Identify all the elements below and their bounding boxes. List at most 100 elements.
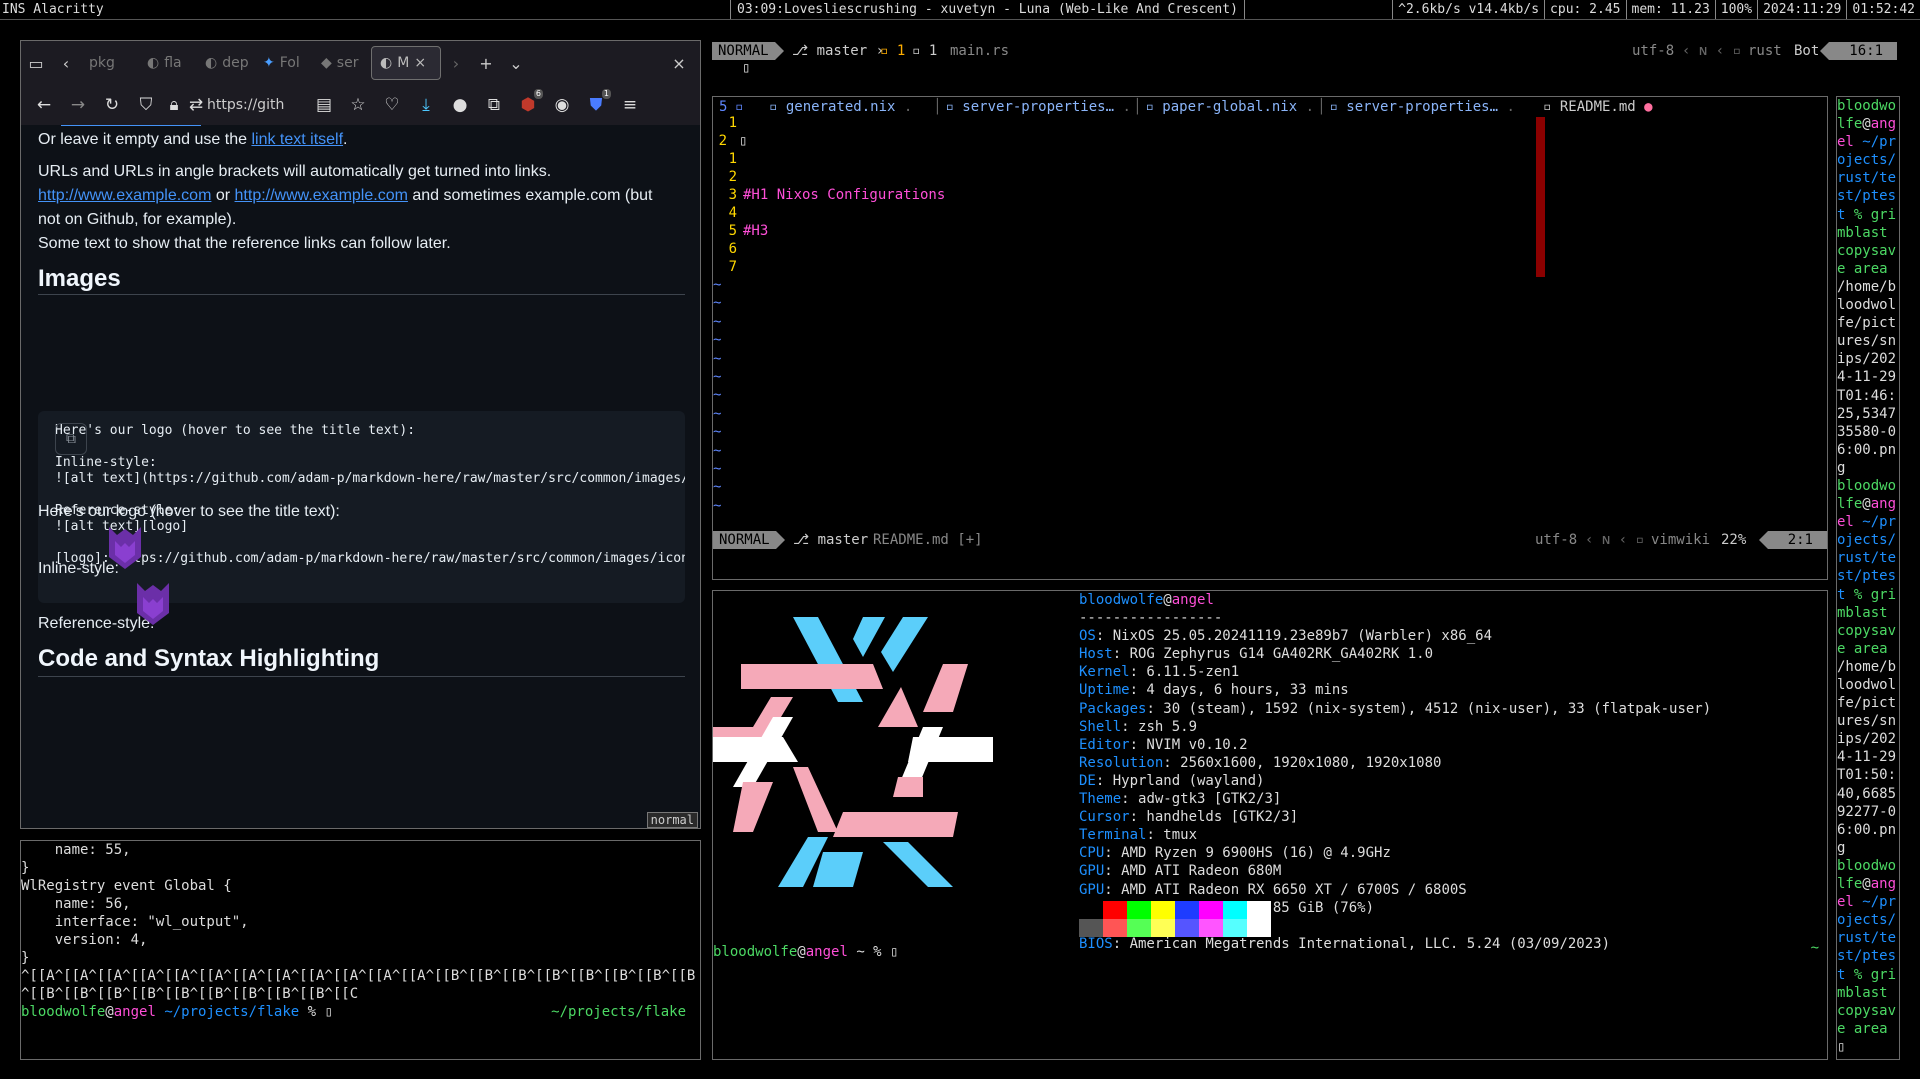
info-row: OS: NixOS 25.05.20241119.23e89b7 (Warble… xyxy=(1079,627,1711,645)
back-icon[interactable]: ← xyxy=(27,89,61,121)
nvim-editor[interactable]: 5 ▫ ▫ generated.nix . ▏▫ server-properti… xyxy=(712,96,1828,580)
markdown-file-icon: ▫ xyxy=(1543,99,1560,115)
narrow-terminal[interactable]: bloodwolfe@angel ~/projects/rust/test/pt… xyxy=(1836,96,1900,1060)
info-value: : 6.11.5-zen1 xyxy=(1129,664,1240,681)
line-number: 4 xyxy=(728,205,737,221)
privacy-badger-icon[interactable]: ◉ xyxy=(545,89,579,121)
line-number: 7 xyxy=(728,259,737,275)
para-text: . xyxy=(343,131,348,148)
encoding: utf-8 xyxy=(1535,532,1578,548)
buffer-tab[interactable]: ▫ generated.nix . xyxy=(769,97,912,117)
file-name: README.md [+] xyxy=(873,532,983,548)
info-key: Editor xyxy=(1079,736,1130,753)
prompt-path: ~/projects/flake xyxy=(164,1004,300,1020)
code-line: Inline-style: xyxy=(55,455,157,470)
term-line: name: 55, xyxy=(21,842,131,858)
tab-active[interactable]: ◐ M × xyxy=(371,46,441,80)
new-tab-icon[interactable]: + xyxy=(471,48,501,78)
copy-button[interactable]: ⧉ xyxy=(55,423,87,455)
color-swatch xyxy=(1103,919,1127,937)
ff-host: angel xyxy=(1171,592,1214,608)
github-icon: ◐ xyxy=(205,55,218,71)
fastfetch-terminal[interactable]: bloodwolfe@angel ----------------- OS: N… xyxy=(712,590,1828,1060)
close-tab-icon[interactable]: × xyxy=(414,55,426,71)
prompt-char: ~ % xyxy=(847,944,882,960)
extensions-icon[interactable]: ⧉ xyxy=(477,89,511,121)
clock-stat: 01:52:42 xyxy=(1846,0,1920,19)
tab-ser[interactable]: ◆ ser xyxy=(313,46,371,80)
tab-scroll-left-icon[interactable]: ‹ xyxy=(51,48,81,78)
para-link-text: Or leave it empty and use the link text … xyxy=(38,128,678,152)
line-number: 2 xyxy=(728,169,737,185)
nvim-top-window[interactable]: NORMAL ⎇ master › ▫ 1 ▫ 1 main.rs utf-8 … xyxy=(712,40,1897,82)
pocket-icon[interactable]: ♡ xyxy=(375,89,409,121)
reader-view-icon[interactable]: ▤ xyxy=(307,89,341,121)
tab-dep[interactable]: ◐ dep xyxy=(197,46,255,80)
color-swatch xyxy=(1127,901,1151,919)
tab-label: pkg xyxy=(89,55,115,71)
tab-list-icon[interactable]: ⌄ xyxy=(501,48,531,78)
info-row: Editor: NVIM v0.10.2 xyxy=(1079,736,1711,754)
shield-icon[interactable]: ⛉ xyxy=(129,89,163,121)
link-example-2[interactable]: http://www.example.com xyxy=(235,187,408,204)
filetype: rust xyxy=(1748,43,1782,59)
extension-shield-icon[interactable]: ⛊ 1 xyxy=(579,89,613,121)
download-icon[interactable]: ⤓ xyxy=(409,89,443,121)
link-text-itself[interactable]: link text itself xyxy=(251,131,343,148)
close-window-icon[interactable]: × xyxy=(664,48,694,78)
menu-icon[interactable]: ≡ xyxy=(613,89,647,121)
date-stat: 2024:11:29 xyxy=(1757,0,1846,19)
prompt-host: angel xyxy=(113,1004,156,1020)
permissions-icon[interactable]: ⇄ xyxy=(185,89,207,121)
command-output: /home/bloodwolfe/pictures/snips/2024-11-… xyxy=(1837,278,1897,476)
bitwarden-icon[interactable]: ● xyxy=(443,89,477,121)
cursor: ▯ xyxy=(890,944,899,960)
url-bar[interactable]: https://gith xyxy=(207,97,307,113)
scrollbar[interactable] xyxy=(1536,117,1545,277)
empty-line-tilde: ~ xyxy=(713,442,722,459)
tab-fol[interactable]: ✦ Fol xyxy=(255,46,313,80)
buffer-label: README.md xyxy=(1559,99,1636,115)
bookmark-star-icon[interactable]: ☆ xyxy=(341,89,375,121)
nvim-statusline: NORMAL ⎇ master README.md [+] utf-8 ‹ ɴ … xyxy=(713,531,1827,549)
info-row: Cursor: handhelds [GTK2/3] xyxy=(1079,808,1711,826)
forward-icon[interactable]: → xyxy=(61,89,95,121)
buffer-tab[interactable]: ▏▫ server-properties… . xyxy=(937,97,1131,117)
cursor-position: 16:1 xyxy=(1820,42,1897,60)
buffer-tab-active[interactable]: ▫ README.md ● xyxy=(1543,97,1653,117)
info-row: DE: Hyprland (wayland) xyxy=(1079,772,1711,790)
buffer-icon: ▫ xyxy=(735,99,744,115)
info-key: GPU xyxy=(1079,863,1105,880)
term-line: ^[[B^[[B^[[B^[[B^[[B^[[B^[[B^[[B^[[B^[[C xyxy=(21,986,359,1002)
workspace-indicator[interactable]: INS Alacritty xyxy=(2,0,104,19)
info-value: : zsh 5.9 xyxy=(1121,718,1198,735)
buffer-tab[interactable]: ▏▫ paper-global.nix . xyxy=(1137,97,1314,117)
terminal-output[interactable]: name: 55, } WlRegistry event Global { na… xyxy=(20,840,701,1060)
tab-flake[interactable]: ◐ fla xyxy=(139,46,197,80)
reference-style-label: Reference-style: xyxy=(38,615,155,632)
ublock-icon[interactable]: ⬢ 6 xyxy=(511,89,545,121)
link-example-1[interactable]: http://www.example.com xyxy=(38,187,211,204)
info-value: : Hyprland (wayland) xyxy=(1095,772,1265,789)
vim-mode-indicator: normal xyxy=(646,812,698,828)
nvim-statusline: NORMAL ⎇ master › ▫ 1 ▫ 1 main.rs utf-8 … xyxy=(712,42,1897,60)
reload-icon[interactable]: ↻ xyxy=(95,89,129,121)
info-key: CPU xyxy=(1079,845,1105,862)
para-text: or xyxy=(211,187,235,204)
color-swatch xyxy=(1079,919,1103,937)
info-row: Packages: 30 (steam), 1592 (nix-system),… xyxy=(1079,700,1711,718)
markdown-heading: #H3 xyxy=(743,223,769,239)
heading-images: Images xyxy=(38,265,121,292)
buffer-label: paper-global.nix xyxy=(1162,99,1298,115)
tab-pkg[interactable]: pkg xyxy=(81,46,139,80)
empty-line-tilde: ~ xyxy=(713,277,722,293)
tab-overview-icon[interactable]: ▭ xyxy=(21,48,51,78)
shell-prompt: bloodwolfe@angel ~ % ▯ xyxy=(713,944,899,960)
nav-bar: ← → ↻ ⛉ 🔒︎ ⇄ https://gith ▤ ☆ ♡ ⤓ ● ⧉ ⬢ 6… xyxy=(21,85,700,125)
cursor-position: 2:1 xyxy=(1758,531,1827,549)
buffer-tab[interactable]: ▏▫ server-properties… . xyxy=(1321,97,1515,117)
command: % grimblast copysave area xyxy=(1837,966,1897,1037)
tab-scroll-right-icon[interactable]: › xyxy=(441,48,471,78)
term-line: WlRegistry event Global { xyxy=(21,878,232,894)
lock-icon[interactable]: 🔒︎ xyxy=(163,89,185,121)
